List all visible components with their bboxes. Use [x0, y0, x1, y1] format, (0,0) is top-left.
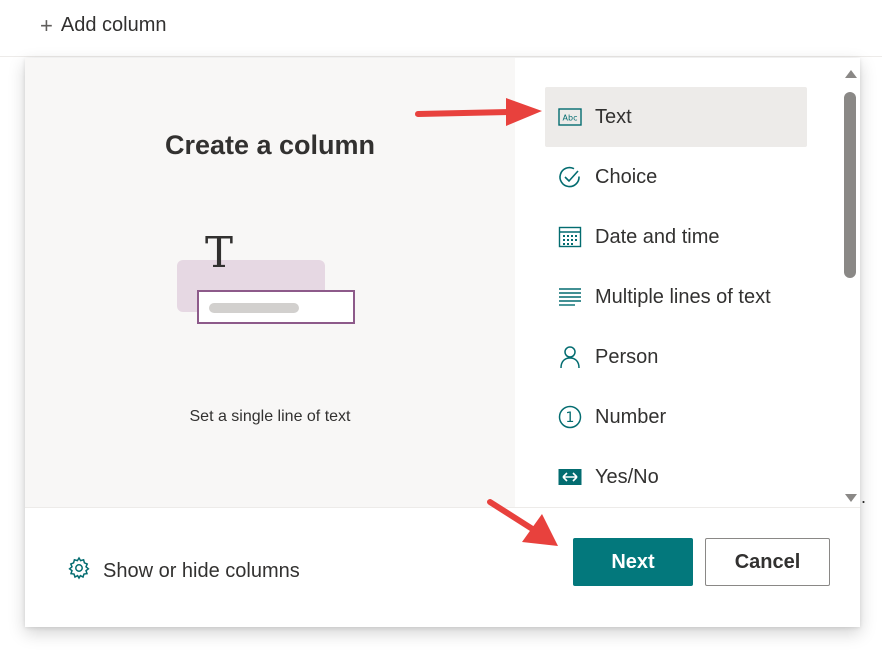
list-scrollbar[interactable]: [842, 68, 860, 502]
column-type-yes-no[interactable]: Yes/No: [545, 447, 807, 507]
column-type-label: Date and time: [595, 225, 720, 248]
illustration-letter: T: [205, 228, 234, 277]
column-type-label: Yes/No: [595, 465, 659, 488]
calendar-icon: [557, 224, 583, 250]
illustration-text-field: [197, 290, 355, 324]
column-type-list: Abc Text Choice Date and time Multiple l…: [540, 58, 860, 507]
annotation-arrow-icon: [415, 98, 542, 126]
next-button[interactable]: Next: [573, 538, 693, 586]
show-hide-columns-link[interactable]: Show or hide columns: [67, 556, 300, 586]
gear-icon: [67, 556, 91, 586]
column-type-multiline[interactable]: Multiple lines of text: [545, 267, 807, 327]
create-column-dialog: Create a column T Set a single line of t…: [25, 58, 860, 627]
choice-check-icon: [557, 164, 583, 190]
column-type-label: Choice: [595, 165, 658, 188]
command-bar: + Add column: [0, 0, 882, 57]
svg-text:1: 1: [566, 410, 575, 426]
footer-divider: [25, 507, 860, 508]
column-type-text[interactable]: Abc Text: [545, 87, 807, 147]
annotation-arrow-icon: [487, 499, 558, 546]
svg-text:Abc: Abc: [563, 114, 578, 123]
column-type-label: Number: [595, 405, 667, 428]
column-type-number[interactable]: 1 Number: [545, 387, 807, 447]
illustration-placeholder-bar: [209, 303, 299, 313]
column-type-date-time[interactable]: Date and time: [545, 207, 807, 267]
preview-caption: Set a single line of text: [189, 408, 351, 425]
column-type-label: Multiple lines of text: [595, 285, 771, 308]
scroll-up-arrow[interactable]: [845, 70, 857, 78]
text-column-illustration: T: [175, 232, 365, 338]
add-column-button[interactable]: + Add column: [40, 14, 166, 37]
scroll-down-arrow[interactable]: [845, 494, 857, 502]
show-hide-columns-label: Show or hide columns: [103, 559, 300, 582]
multiline-text-icon: [557, 284, 583, 310]
yes-no-toggle-icon: [557, 464, 583, 490]
scroll-thumb[interactable]: [844, 92, 856, 278]
dialog-title: Create a column: [164, 130, 376, 160]
plus-icon: +: [40, 12, 53, 38]
person-icon: [557, 344, 583, 370]
cancel-button[interactable]: Cancel: [705, 538, 830, 586]
column-type-person[interactable]: Person: [545, 327, 807, 387]
number-one-icon: 1: [557, 404, 583, 430]
column-type-label: Person: [595, 345, 659, 368]
column-type-choice[interactable]: Choice: [545, 147, 807, 207]
column-type-label: Text: [595, 105, 632, 128]
text-abc-icon: Abc: [557, 104, 583, 130]
add-column-label: Add column: [60, 14, 167, 36]
